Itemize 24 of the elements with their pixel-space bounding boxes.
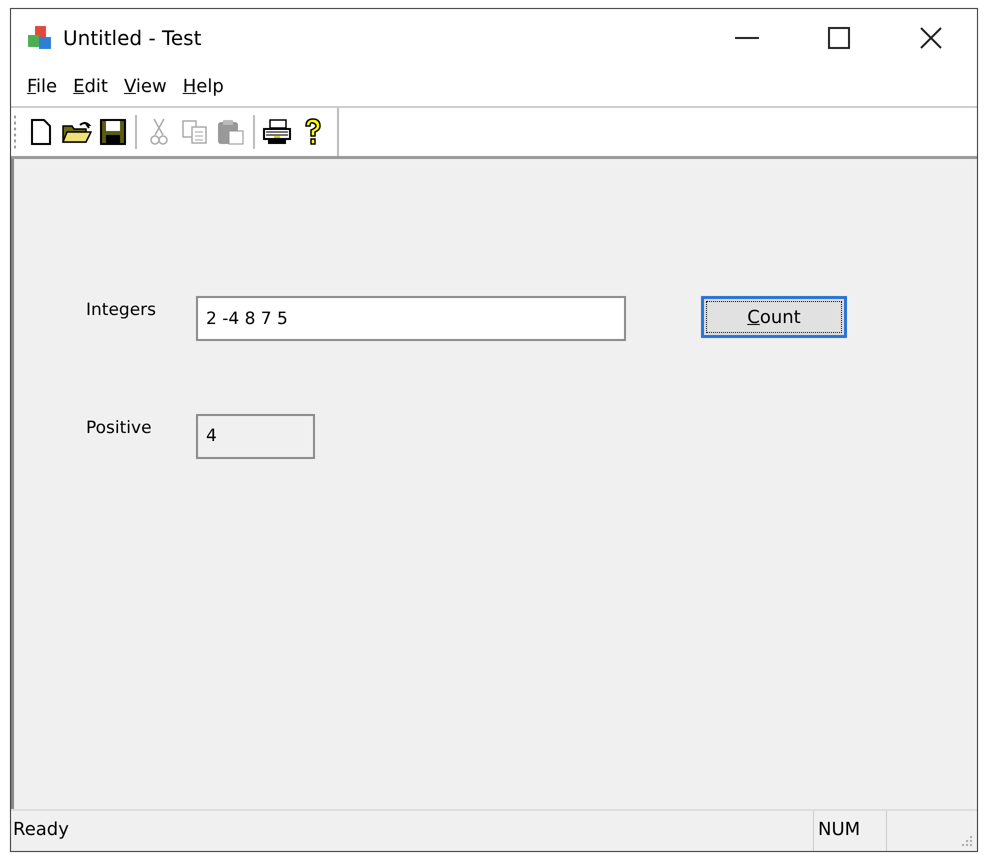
menu-item[interactable]: File: [21, 74, 64, 98]
question-mark-icon: [303, 118, 323, 146]
copy-icon: [182, 120, 208, 144]
maximize-icon: [828, 26, 850, 48]
menu-item[interactable]: View: [118, 74, 173, 98]
scissors-icon: [150, 118, 168, 146]
window-title: Untitled - Test: [63, 26, 202, 50]
count-button[interactable]: Count: [701, 296, 847, 338]
minimize-icon: [735, 36, 759, 38]
positive-label: Positive: [86, 417, 153, 438]
menu-item[interactable]: Help: [176, 74, 230, 98]
integers-label: Integers: [86, 299, 158, 320]
resize-grip-icon[interactable]: [961, 835, 973, 847]
menu-item[interactable]: Edit: [67, 74, 114, 98]
app-icon: [27, 24, 53, 50]
status-message: Ready: [12, 818, 70, 842]
new-document-icon: [31, 119, 51, 145]
folder-icon: [62, 120, 92, 144]
positive-field: 4: [196, 414, 315, 459]
printer-icon: [262, 119, 292, 145]
integers-field[interactable]: 2 -4 8 7 5: [196, 296, 626, 341]
close-icon: [920, 26, 942, 48]
num-lock-indicator: NUM: [813, 811, 886, 851]
clipboard-icon: [217, 119, 245, 145]
